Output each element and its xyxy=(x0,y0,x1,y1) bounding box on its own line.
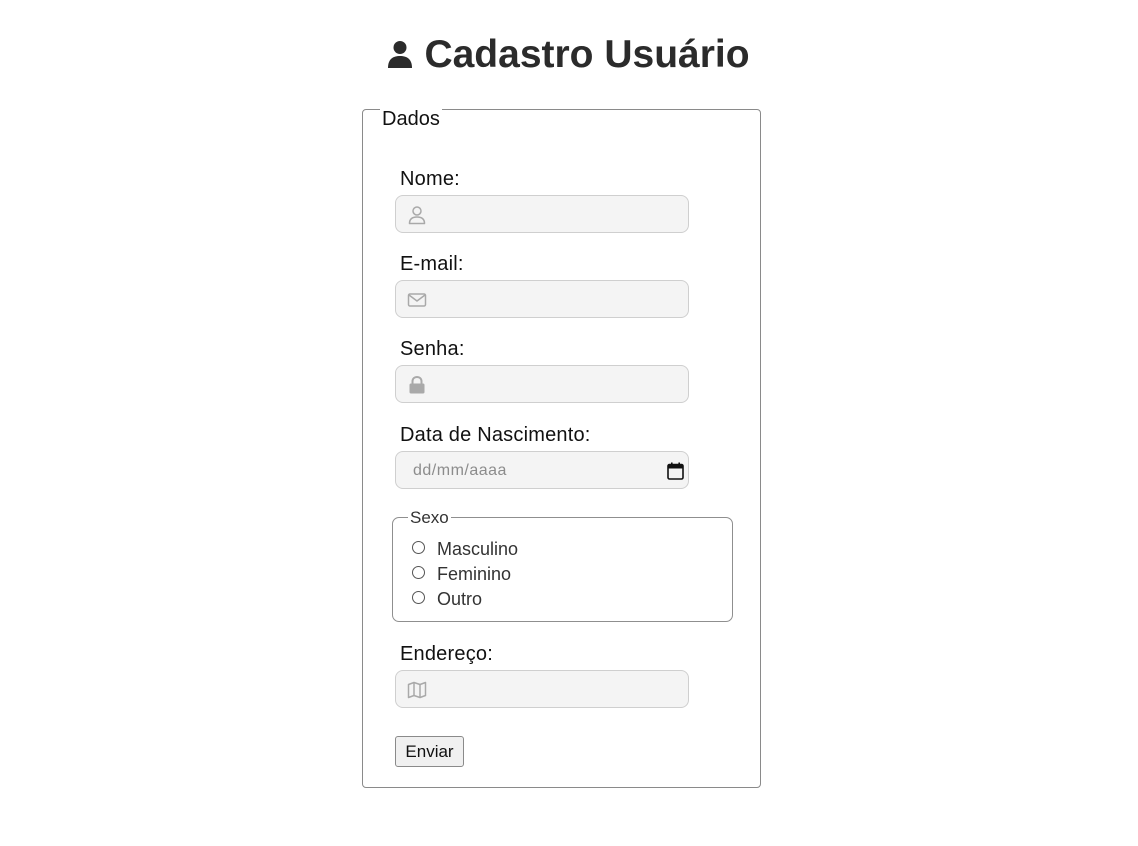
endereco-label: Endereço: xyxy=(400,643,493,665)
radio-button[interactable] xyxy=(412,591,425,604)
senha-label: Senha: xyxy=(400,338,465,360)
nome-field[interactable] xyxy=(395,195,689,233)
sexo-legend: Sexo xyxy=(408,508,451,528)
nome-input[interactable] xyxy=(436,202,680,228)
email-input[interactable] xyxy=(436,287,680,313)
senha-field[interactable] xyxy=(395,365,689,403)
radio-button[interactable] xyxy=(412,541,425,554)
page-title: Cadastro Usuário xyxy=(0,30,1138,80)
endereco-field[interactable] xyxy=(395,670,689,708)
radio-label: Outro xyxy=(437,589,483,609)
user-icon xyxy=(388,41,413,68)
email-label: E-mail: xyxy=(400,253,464,275)
nome-label: Nome: xyxy=(400,168,460,190)
lock-icon xyxy=(409,375,425,394)
radio-button[interactable] xyxy=(412,566,425,579)
submit-button[interactable]: Enviar xyxy=(395,736,464,767)
dados-legend: Dados xyxy=(380,107,442,131)
envelope-icon xyxy=(407,293,427,307)
date-placeholder: dd/mm/aaaa xyxy=(413,462,507,479)
calendar-icon[interactable] xyxy=(667,462,684,480)
sexo-fieldset: Sexo Masculino Feminino Outro xyxy=(392,508,733,622)
email-field[interactable] xyxy=(395,280,689,318)
map-icon xyxy=(407,681,427,699)
nascimento-field[interactable]: dd/mm/aaaa xyxy=(395,451,689,489)
senha-input[interactable] xyxy=(436,372,680,398)
user-outline-icon xyxy=(408,206,426,225)
radio-label: Feminino xyxy=(437,564,512,584)
endereco-input[interactable] xyxy=(436,677,680,703)
nascimento-label: Data de Nascimento: xyxy=(400,424,591,446)
radio-label: Masculino xyxy=(437,539,519,559)
page-title-text: Cadastro Usuário xyxy=(424,33,750,76)
